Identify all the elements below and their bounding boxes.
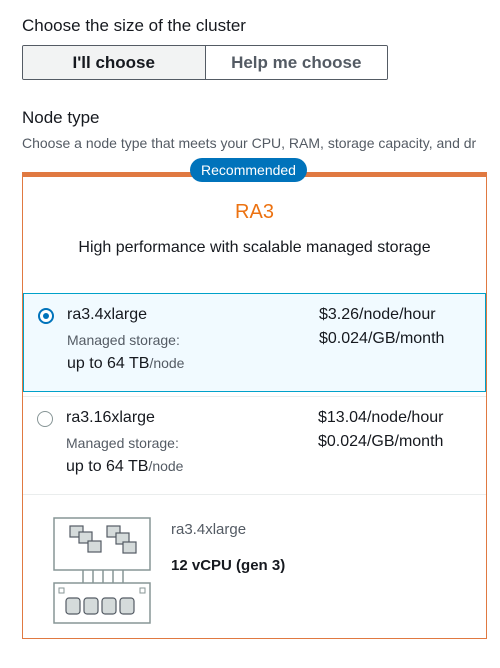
storage-monthly-price: $0.024/GB/month: [319, 330, 445, 347]
managed-storage-label: Managed storage:: [67, 332, 180, 348]
managed-storage-unit: /node: [149, 355, 185, 371]
node-option-ra3-16xlarge[interactable]: ra3.16xlarge Managed storage: up to 64 T…: [23, 396, 486, 495]
node-hourly-price: $13.04/node/hour: [318, 409, 444, 426]
cluster-size-segmented-control: I'll choose Help me choose: [22, 45, 388, 80]
node-option-name: ra3.4xlarge: [67, 306, 148, 323]
ra3-node-diagram-icon: [53, 517, 151, 624]
ra3-node-card: RA3 High performance with scalable manag…: [22, 172, 487, 639]
node-type-description: Choose a node type that meets your CPU, …: [22, 135, 477, 151]
managed-storage-amount: up to 64 TB: [66, 458, 149, 475]
cluster-size-title: Choose the size of the cluster: [22, 16, 246, 35]
detail-node-name: ra3.4xlarge: [171, 521, 247, 538]
recommended-badge: Recommended: [190, 158, 307, 182]
radio-button-unchecked[interactable]: [37, 411, 53, 427]
managed-storage-value: up to 64 TB/node: [66, 458, 183, 476]
managed-storage-unit: /node: [148, 458, 184, 474]
storage-monthly-price: $0.024/GB/month: [318, 433, 444, 450]
node-family-title: RA3: [235, 201, 274, 223]
node-option-name: ra3.16xlarge: [66, 409, 155, 426]
managed-storage-value: up to 64 TB/node: [67, 355, 184, 373]
detail-vcpu: 12 vCPU (gen 3): [171, 557, 286, 574]
managed-storage-label: Managed storage:: [66, 435, 179, 451]
node-type-title: Node type: [22, 108, 100, 127]
radio-button-checked[interactable]: [38, 308, 54, 324]
help-me-choose-button[interactable]: Help me choose: [205, 46, 387, 79]
node-detail-panel: ra3.4xlarge 12 vCPU (gen 3): [23, 497, 486, 639]
node-family-description: High performance with scalable managed s…: [78, 239, 431, 256]
ill-choose-button[interactable]: I'll choose: [23, 46, 205, 79]
managed-storage-amount: up to 64 TB: [67, 355, 150, 372]
node-hourly-price: $3.26/node/hour: [319, 306, 436, 323]
node-option-ra3-4xlarge[interactable]: ra3.4xlarge Managed storage: up to 64 TB…: [23, 293, 486, 392]
